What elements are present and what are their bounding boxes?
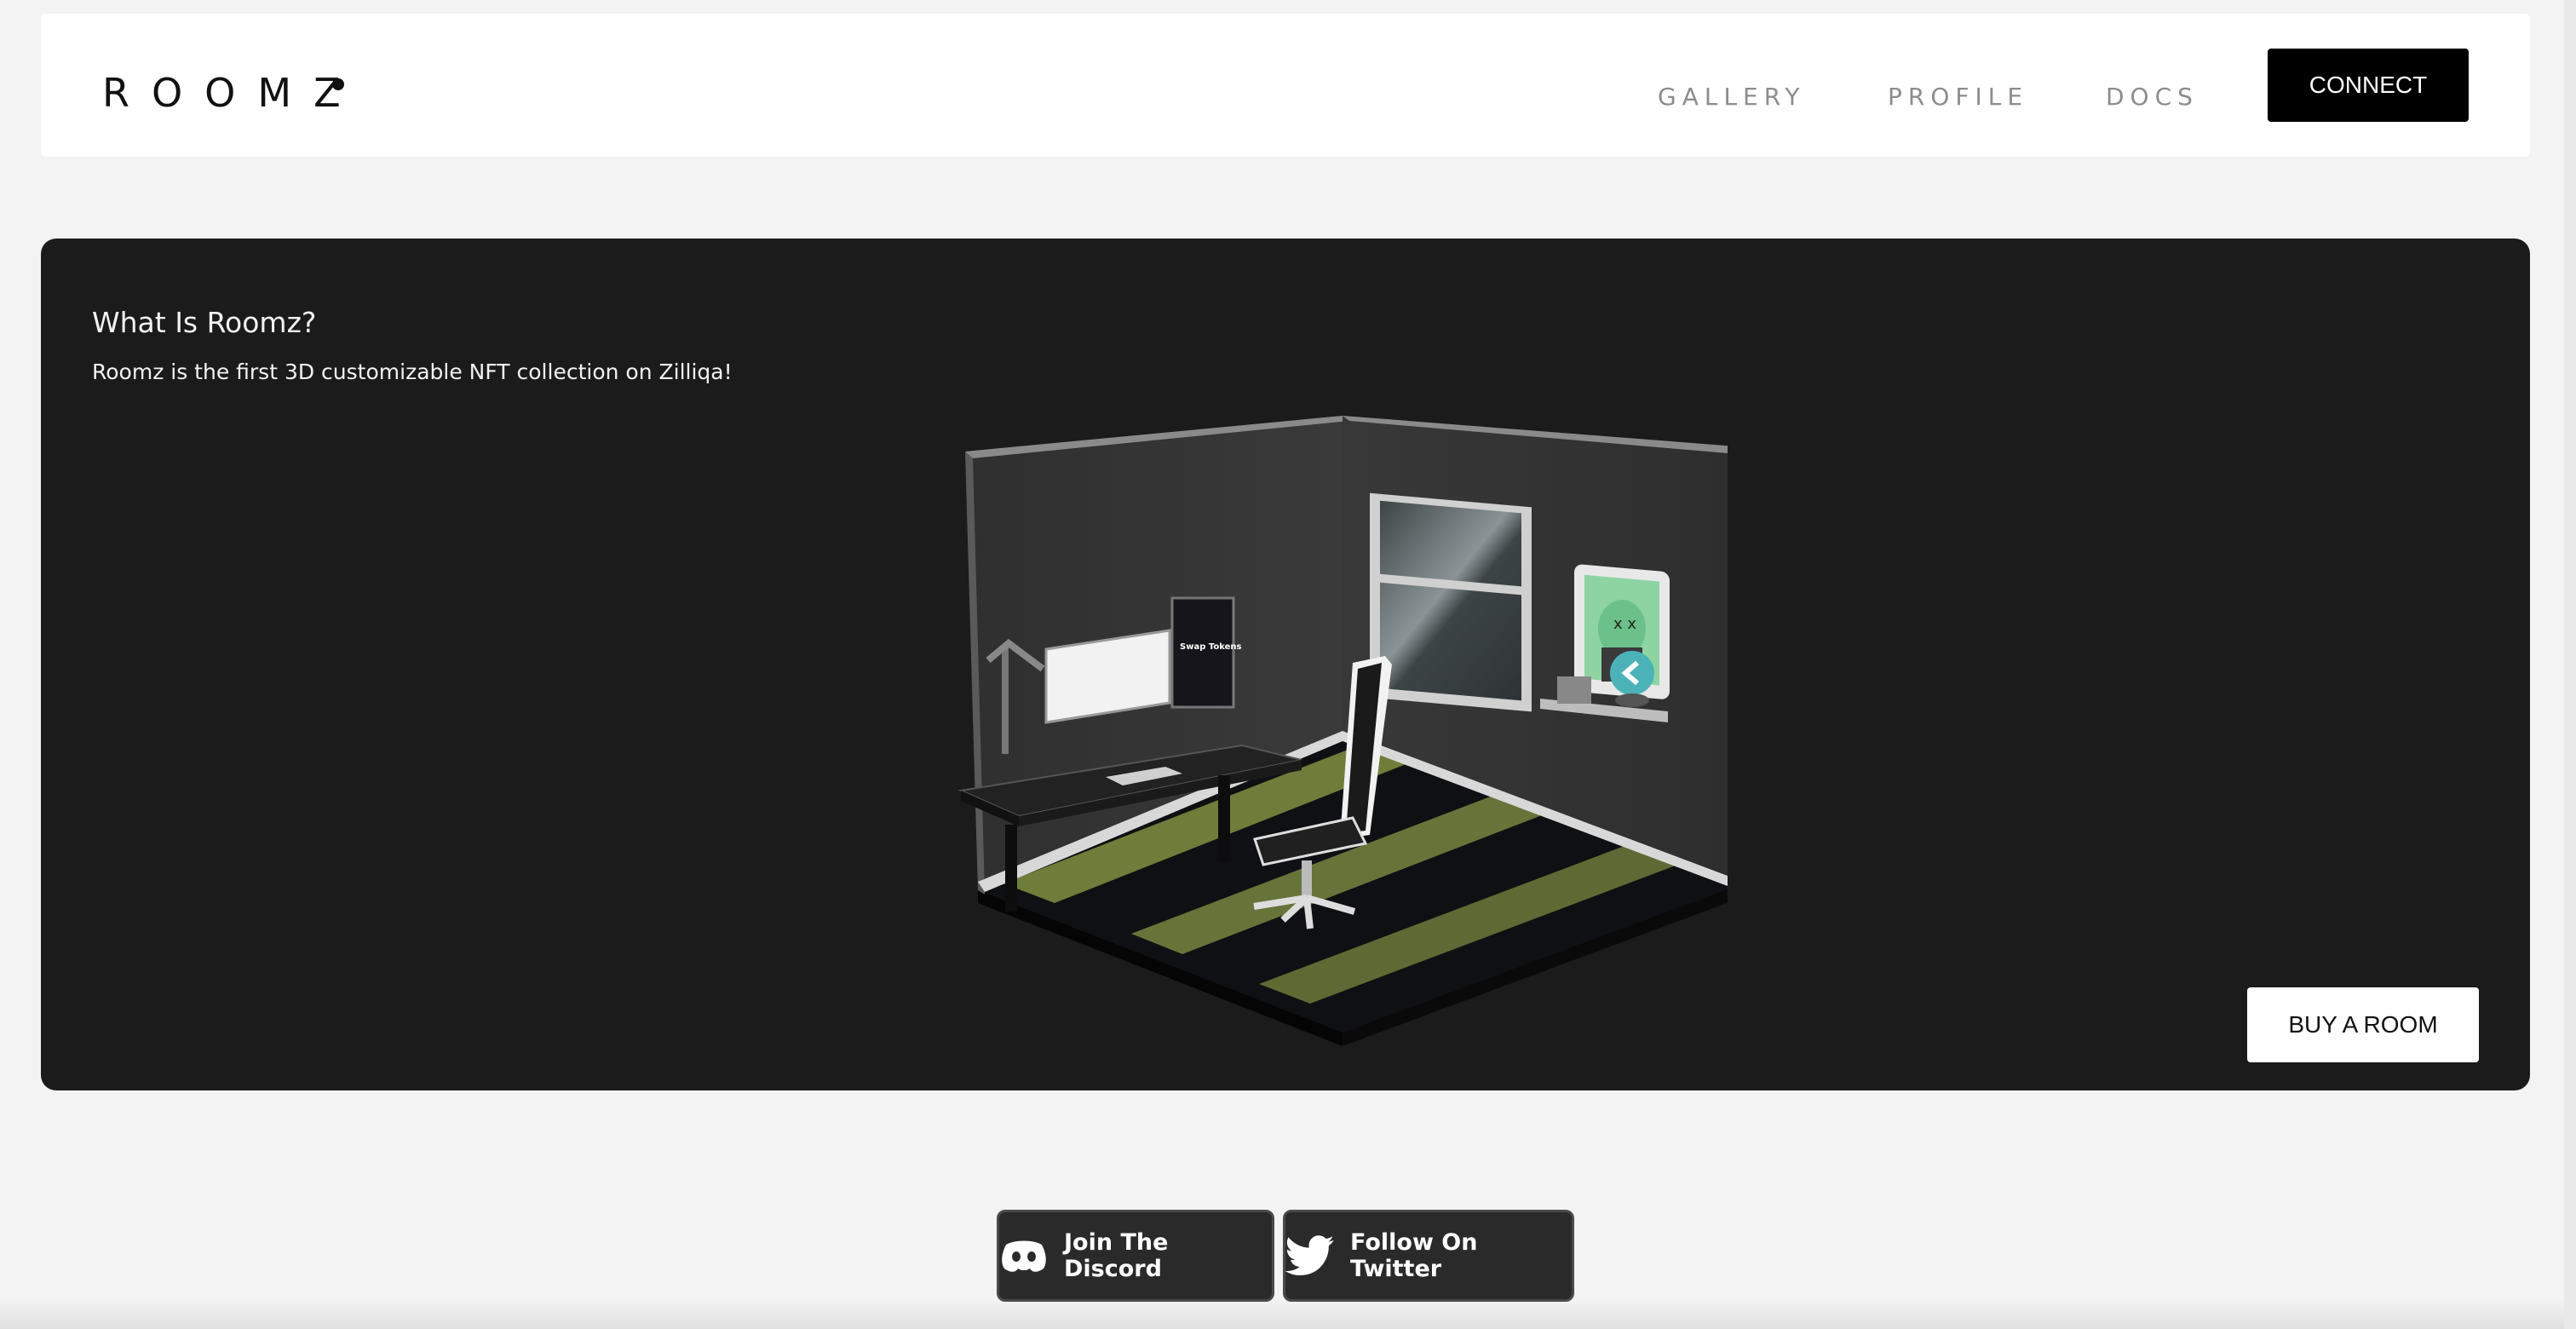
connect-button[interactable]: CONNECT xyxy=(2268,49,2469,122)
room-illustration: x x Swap Tokens xyxy=(957,416,1728,1046)
discord-label: Join The Discord xyxy=(1064,1229,1169,1282)
bottom-fade xyxy=(0,1299,2576,1329)
hero-section: What Is Roomz? Roomz is the first 3D cus… xyxy=(41,239,2530,1090)
page: ROOMZ GALLERY PROFILE DOCS CONNECT What … xyxy=(0,0,2576,1329)
site-logo[interactable]: ROOMZ xyxy=(102,73,363,112)
buy-room-button[interactable]: BUY A ROOM xyxy=(2247,987,2479,1062)
discord-icon xyxy=(1002,1240,1046,1272)
nav-profile[interactable]: PROFILE xyxy=(1888,85,2028,109)
logo-dot xyxy=(332,78,344,90)
top-navbar: ROOMZ GALLERY PROFILE DOCS CONNECT xyxy=(41,14,2530,157)
scrollbar[interactable] xyxy=(2564,0,2576,1329)
nav-docs[interactable]: DOCS xyxy=(2106,85,2199,109)
svg-text:x x: x x xyxy=(1613,615,1636,633)
window xyxy=(1370,492,1532,712)
twitter-icon xyxy=(1285,1235,1334,1276)
twitter-label: Follow On Twitter xyxy=(1350,1229,1478,1282)
twitter-button[interactable]: Follow On Twitter xyxy=(1283,1210,1574,1302)
monitor-screen-text: Swap Tokens xyxy=(1180,642,1241,652)
hero-subtitle: Roomz is the first 3D customizable NFT c… xyxy=(92,360,733,384)
nav-gallery[interactable]: GALLERY xyxy=(1658,85,1806,109)
discord-button[interactable]: Join The Discord xyxy=(997,1210,1274,1302)
hero-title: What Is Roomz? xyxy=(92,306,317,339)
